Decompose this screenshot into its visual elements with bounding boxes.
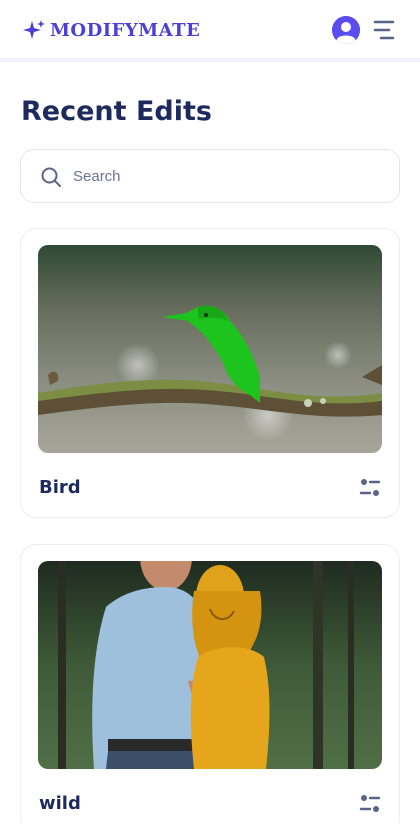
sparkle-icon	[23, 20, 45, 39]
user-avatar-icon[interactable]	[332, 16, 360, 44]
edit-thumbnail[interactable]	[38, 561, 382, 769]
adjust-settings-icon[interactable]	[359, 477, 381, 499]
edit-card-bird[interactable]: Bird	[20, 228, 400, 518]
adjust-settings-icon[interactable]	[359, 793, 381, 815]
search-bar[interactable]	[20, 149, 400, 203]
app-header: MODIFYMATE	[0, 0, 420, 62]
page-title: Recent Edits	[21, 96, 212, 127]
search-icon	[41, 167, 61, 187]
search-input[interactable]	[73, 160, 383, 192]
edit-thumbnail[interactable]	[38, 245, 382, 453]
brand-logo[interactable]: MODIFYMATE	[22, 18, 200, 42]
brand-name: MODIFYMATE	[50, 19, 201, 41]
edit-title: Bird	[39, 477, 81, 498]
edit-title: wild	[39, 793, 81, 814]
edit-card-wild[interactable]: wild	[20, 544, 400, 824]
hamburger-menu-icon[interactable]	[372, 18, 396, 42]
